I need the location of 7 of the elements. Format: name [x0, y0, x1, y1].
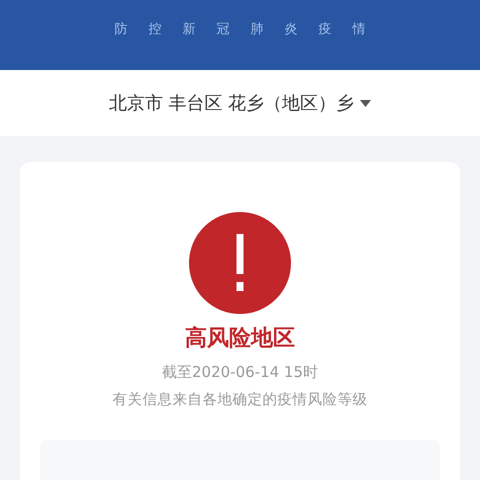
source-note: 有关信息来自各地确定的疫情风险等级	[112, 390, 368, 409]
location-selector[interactable]: 北京市 丰台区 花乡（地区）乡	[0, 70, 480, 136]
app-subtitle: 防控新冠肺炎疫情	[114, 21, 386, 38]
risk-level-label: 高风险地区	[185, 324, 295, 353]
location-text: 北京市 丰台区 花乡（地区）乡	[108, 92, 354, 115]
update-time: 截至2020-06-14 15时	[162, 363, 318, 382]
caret-icon	[360, 100, 372, 106]
